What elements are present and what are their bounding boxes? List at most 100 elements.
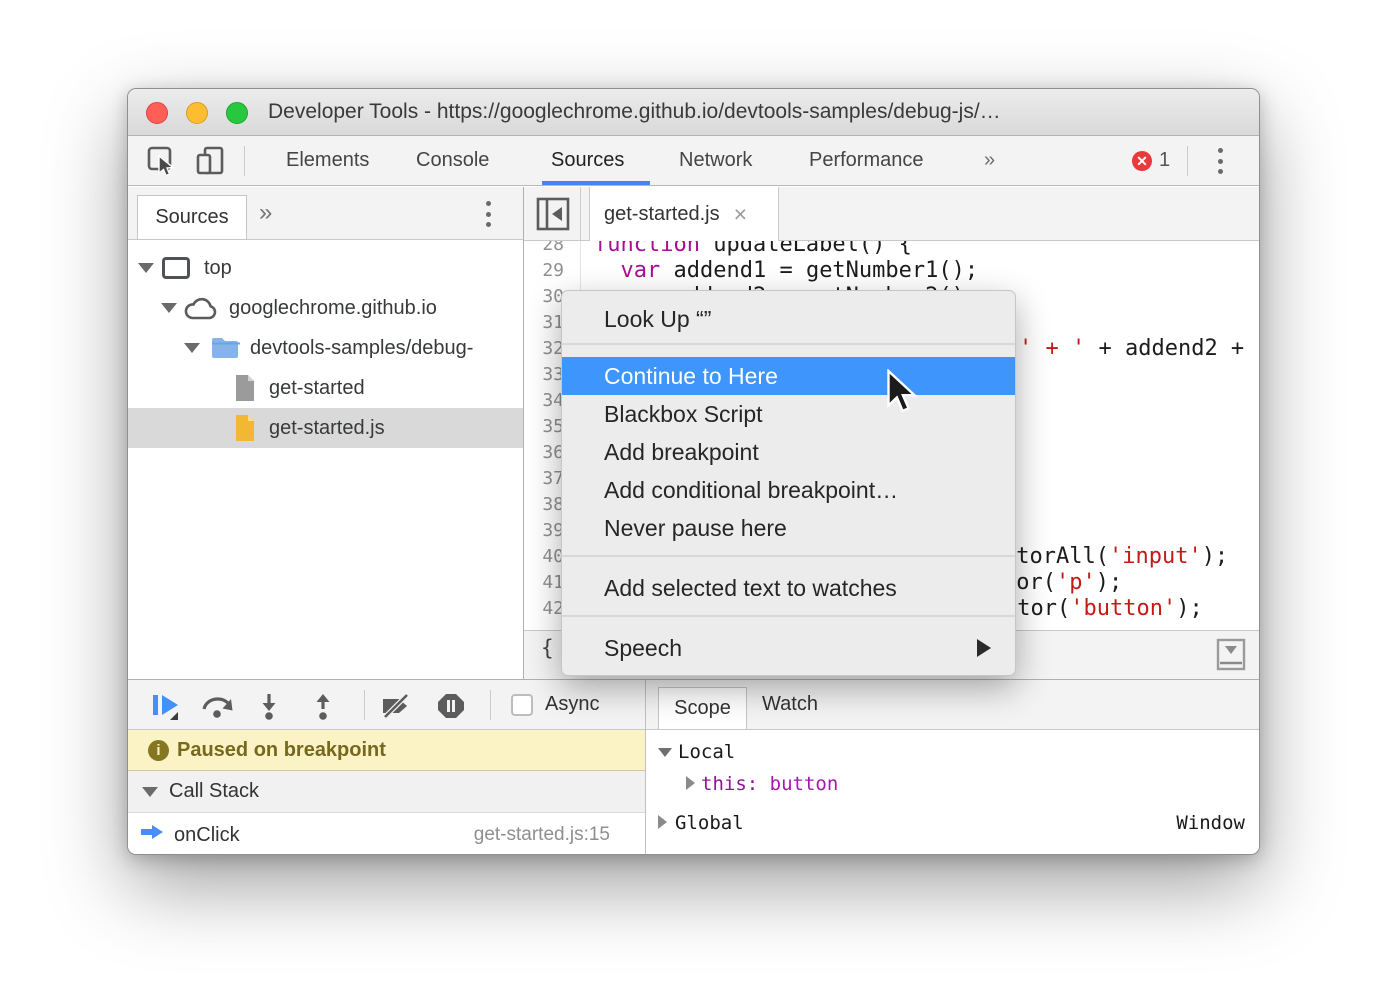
pretty-print-icon[interactable]: { xyxy=(541,636,554,660)
menu-item-look-up[interactable]: Look Up “” xyxy=(562,299,1015,339)
step-into-button[interactable] xyxy=(256,692,282,725)
folder-icon xyxy=(210,336,240,366)
tree-label: top xyxy=(204,257,232,280)
step-out-button[interactable] xyxy=(310,692,336,725)
tree-item-get-started-js[interactable]: get-started.js xyxy=(128,408,523,448)
menu-item-never-pause-here[interactable]: Never pause here xyxy=(562,509,1015,547)
zoom-window-button[interactable] xyxy=(226,102,248,124)
devtools-window: Developer Tools - https://googlechrome.g… xyxy=(127,88,1260,855)
expander-icon[interactable] xyxy=(658,748,672,757)
divider xyxy=(364,690,365,720)
code-line: ctor('button'); xyxy=(1004,596,1203,622)
error-count[interactable]: 1 xyxy=(1159,136,1170,185)
source-panel-indicator-icon[interactable] xyxy=(1216,638,1246,677)
menu-item-add-selected-text-to-watches[interactable]: Add selected text to watches xyxy=(562,569,1015,607)
tree-item-get-started[interactable]: get-started xyxy=(128,368,523,408)
tab-performance[interactable]: Performance xyxy=(809,136,924,185)
tree-item-folder[interactable]: devtools-samples/debug- xyxy=(128,328,523,368)
submenu-arrow-icon xyxy=(977,639,991,657)
info-icon: i xyxy=(148,740,169,761)
scope-local[interactable]: Local xyxy=(678,741,735,763)
tree-item-top[interactable]: top xyxy=(128,248,523,288)
call-stack-frame[interactable]: onClick get-started.js:15 xyxy=(128,813,645,855)
hide-navigator-icon[interactable] xyxy=(536,197,570,236)
menu-item-continue-to-here[interactable]: Continue to Here xyxy=(562,357,1015,395)
expander-icon[interactable] xyxy=(138,263,154,273)
frame-function-name: onClick xyxy=(174,824,240,847)
tab-console[interactable]: Console xyxy=(416,136,489,185)
call-stack-title: Call Stack xyxy=(169,780,259,803)
menu-item-add-breakpoint[interactable]: Add breakpoint xyxy=(562,433,1015,471)
scope-global[interactable]: Global xyxy=(675,812,744,834)
file-tree: top googlechrome.github.io devtools-samp… xyxy=(128,240,523,448)
sidebar-tab-sources[interactable]: Sources xyxy=(137,195,247,239)
sources-sidebar: Sources » top googlechrome.github.io xyxy=(128,187,524,679)
scope-global-value: Window xyxy=(1176,812,1245,834)
paused-message: Paused on breakpoint xyxy=(177,739,386,762)
more-tabs-chevron[interactable]: » xyxy=(984,136,995,185)
code-line: tor('p'); xyxy=(1003,570,1122,596)
settings-kebab-icon[interactable] xyxy=(1212,148,1228,174)
editor-tab-get-started-js[interactable]: get-started.js × xyxy=(589,187,779,241)
tree-label: devtools-samples/debug- xyxy=(250,337,473,360)
tab-elements[interactable]: Elements xyxy=(286,136,369,185)
close-tab-icon[interactable]: × xyxy=(734,201,747,228)
code-line: function updateLabel() { xyxy=(594,241,912,258)
expander-icon[interactable] xyxy=(161,303,177,313)
debugger-toolbar: Async xyxy=(128,680,645,730)
expander-icon[interactable] xyxy=(658,815,667,829)
close-window-button[interactable] xyxy=(146,102,168,124)
frame-icon xyxy=(162,257,190,279)
tab-watch[interactable]: Watch xyxy=(762,680,818,729)
file-icon xyxy=(233,373,257,409)
js-file-icon xyxy=(233,413,257,449)
window-title: Developer Tools - https://googlechrome.g… xyxy=(268,89,1001,135)
expander-icon[interactable] xyxy=(184,343,200,353)
async-checkbox[interactable] xyxy=(511,694,533,716)
menu-item-blackbox-script[interactable]: Blackbox Script xyxy=(562,395,1015,433)
paused-banner: i Paused on breakpoint xyxy=(128,730,645,771)
menu-item-add-conditional-breakpoint[interactable]: Add conditional breakpoint… xyxy=(562,471,1015,509)
active-tab-underline xyxy=(542,181,650,185)
deactivate-breakpoints-button[interactable] xyxy=(380,692,412,725)
inspect-element-icon[interactable] xyxy=(146,145,178,177)
tab-sources[interactable]: Sources xyxy=(551,136,624,185)
device-toolbar-icon[interactable] xyxy=(194,145,226,177)
line-number[interactable]: 28 xyxy=(542,241,564,258)
sidebar-header: Sources » xyxy=(128,187,523,240)
debugger-panel: Async i Paused on breakpoint Call Stack … xyxy=(128,679,1259,854)
menu-item-speech[interactable]: Speech xyxy=(562,629,1015,667)
code-line: ' + ' + addend2 + xyxy=(1019,336,1244,362)
line-number[interactable]: 29 xyxy=(542,258,564,284)
async-checkbox-label[interactable]: Async xyxy=(545,680,599,728)
toolbar-divider xyxy=(1187,146,1188,176)
tree-label: get-started.js xyxy=(269,417,385,440)
divider xyxy=(490,690,491,720)
pause-on-exceptions-button[interactable] xyxy=(436,692,466,725)
tree-item-origin[interactable]: googlechrome.github.io xyxy=(128,288,523,328)
code-line: ctorAll('input'); xyxy=(1003,544,1228,570)
toolbar-divider xyxy=(244,146,245,176)
current-frame-arrow-icon xyxy=(140,822,164,848)
menu-divider xyxy=(562,555,1015,557)
long-press-indicator-icon xyxy=(170,712,178,720)
collapse-icon[interactable] xyxy=(142,787,158,797)
tab-network[interactable]: Network xyxy=(679,136,752,185)
scope-tree: Local this: button Global Window xyxy=(646,730,1259,855)
sidebar-kebab-icon[interactable] xyxy=(480,201,496,227)
tab-scope[interactable]: Scope xyxy=(658,687,747,729)
title-bar: Developer Tools - https://googlechrome.g… xyxy=(128,89,1259,136)
step-over-button[interactable] xyxy=(200,692,234,724)
call-stack-header[interactable]: Call Stack xyxy=(128,771,645,813)
cloud-icon xyxy=(183,297,219,327)
menu-divider xyxy=(562,343,1015,345)
minimize-window-button[interactable] xyxy=(186,102,208,124)
editor-tab-bar: get-started.js × xyxy=(524,187,1259,241)
error-icon[interactable]: ✕ xyxy=(1132,151,1152,171)
frame-location[interactable]: get-started.js:15 xyxy=(474,824,610,846)
tree-label: googlechrome.github.io xyxy=(229,297,437,320)
expander-icon[interactable] xyxy=(686,776,695,790)
scope-this-property[interactable]: this: button xyxy=(701,773,838,795)
sidebar-more-chevron[interactable]: » xyxy=(259,187,272,239)
mouse-cursor xyxy=(884,369,920,420)
